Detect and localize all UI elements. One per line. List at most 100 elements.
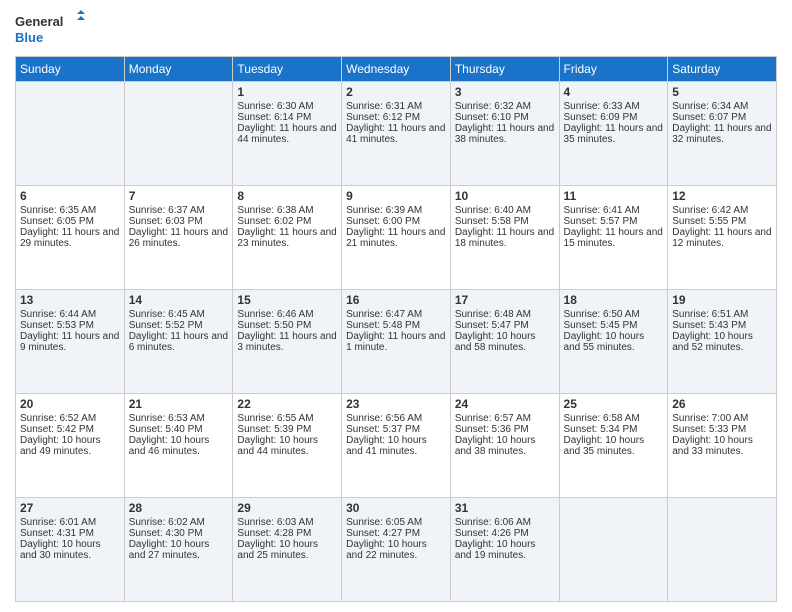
sunrise-text: Sunrise: 6:57 AM	[455, 413, 555, 424]
calendar-cell: 10Sunrise: 6:40 AMSunset: 5:58 PMDayligh…	[450, 186, 559, 290]
sunrise-text: Sunrise: 6:32 AM	[455, 101, 555, 112]
calendar-cell: 6Sunrise: 6:35 AMSunset: 6:05 PMDaylight…	[16, 186, 125, 290]
calendar-cell: 30Sunrise: 6:05 AMSunset: 4:27 PMDayligh…	[342, 498, 451, 602]
daylight-text: Daylight: 11 hours and 9 minutes.	[20, 331, 120, 353]
sunset-text: Sunset: 6:03 PM	[129, 216, 229, 227]
sunrise-text: Sunrise: 6:38 AM	[237, 205, 337, 216]
sunset-text: Sunset: 5:47 PM	[455, 320, 555, 331]
sunrise-text: Sunrise: 6:47 AM	[346, 309, 446, 320]
daylight-text: Daylight: 10 hours and 46 minutes.	[129, 435, 229, 457]
sunset-text: Sunset: 6:02 PM	[237, 216, 337, 227]
svg-text:General: General	[15, 14, 63, 29]
sunset-text: Sunset: 5:39 PM	[237, 424, 337, 435]
day-number: 2	[346, 85, 446, 99]
calendar-cell: 1Sunrise: 6:30 AMSunset: 6:14 PMDaylight…	[233, 82, 342, 186]
daylight-text: Daylight: 10 hours and 49 minutes.	[20, 435, 120, 457]
sunrise-text: Sunrise: 6:01 AM	[20, 517, 120, 528]
day-number: 6	[20, 189, 120, 203]
calendar-cell	[559, 498, 668, 602]
svg-text:Blue: Blue	[15, 30, 43, 45]
calendar-cell: 16Sunrise: 6:47 AMSunset: 5:48 PMDayligh…	[342, 290, 451, 394]
sunrise-text: Sunrise: 6:41 AM	[564, 205, 664, 216]
logo-svg: General Blue	[15, 10, 85, 48]
sunrise-text: Sunrise: 6:06 AM	[455, 517, 555, 528]
calendar-table: SundayMondayTuesdayWednesdayThursdayFrid…	[15, 56, 777, 602]
day-number: 18	[564, 293, 664, 307]
weekday-header: Saturday	[668, 57, 777, 82]
day-number: 17	[455, 293, 555, 307]
day-number: 23	[346, 397, 446, 411]
calendar-cell: 11Sunrise: 6:41 AMSunset: 5:57 PMDayligh…	[559, 186, 668, 290]
sunset-text: Sunset: 4:31 PM	[20, 528, 120, 539]
calendar-cell: 20 Sunrise: 6:52 AMSunset: 5:42 PMDayligh…	[16, 394, 125, 498]
sunset-text: Sunset: 5:55 PM	[672, 216, 772, 227]
weekday-header: Thursday	[450, 57, 559, 82]
sunrise-text: Sunrise: 6:02 AM	[129, 517, 229, 528]
day-number: 10	[455, 189, 555, 203]
day-number: 30	[346, 501, 446, 515]
daylight-text: Daylight: 11 hours and 23 minutes.	[237, 227, 337, 249]
calendar-cell	[16, 82, 125, 186]
day-number: 31	[455, 501, 555, 515]
calendar-cell: 8 Sunrise: 6:38 AMSunset: 6:02 PMDaylight…	[233, 186, 342, 290]
daylight-text: Daylight: 11 hours and 38 minutes.	[455, 123, 555, 145]
sunset-text: Sunset: 5:42 PM	[20, 424, 120, 435]
sunset-text: Sunset: 5:53 PM	[20, 320, 120, 331]
calendar-cell: 18Sunrise: 6:50 AMSunset: 5:45 PMDayligh…	[559, 290, 668, 394]
calendar-week-row: 13Sunrise: 6:44 AMSunset: 5:53 PMDayligh…	[16, 290, 777, 394]
weekday-header: Sunday	[16, 57, 125, 82]
day-number: 11	[564, 189, 664, 203]
sunset-text: Sunset: 6:12 PM	[346, 112, 446, 123]
calendar-cell: 17Sunrise: 6:48 AMSunset: 5:47 PMDayligh…	[450, 290, 559, 394]
calendar-cell: 21Sunrise: 6:53 AMSunset: 5:40 PMDayligh…	[124, 394, 233, 498]
daylight-text: Daylight: 11 hours and 44 minutes.	[237, 123, 337, 145]
calendar-cell: 25Sunrise: 6:58 AMSunset: 5:34 PMDayligh…	[559, 394, 668, 498]
sunrise-text: Sunrise: 6:31 AM	[346, 101, 446, 112]
calendar-cell	[668, 498, 777, 602]
calendar-cell: 24Sunrise: 6:57 AMSunset: 5:36 PMDayligh…	[450, 394, 559, 498]
sunrise-text: Sunrise: 6:55 AM	[237, 413, 337, 424]
sunset-text: Sunset: 5:50 PM	[237, 320, 337, 331]
day-number: 8	[237, 189, 337, 203]
day-number: 3	[455, 85, 555, 99]
day-number: 20	[20, 397, 120, 411]
calendar-cell: 14Sunrise: 6:45 AMSunset: 5:52 PMDayligh…	[124, 290, 233, 394]
day-number: 4	[564, 85, 664, 99]
sunrise-text: Sunrise: 6:53 AM	[129, 413, 229, 424]
calendar-cell: 2Sunrise: 6:31 AMSunset: 6:12 PMDaylight…	[342, 82, 451, 186]
sunrise-text: Sunrise: 6:51 AM	[672, 309, 772, 320]
day-number: 24	[455, 397, 555, 411]
sunrise-text: Sunrise: 6:45 AM	[129, 309, 229, 320]
calendar-cell: 31Sunrise: 6:06 AMSunset: 4:26 PMDayligh…	[450, 498, 559, 602]
daylight-text: Daylight: 11 hours and 12 minutes.	[672, 227, 772, 249]
daylight-text: Daylight: 10 hours and 25 minutes.	[237, 539, 337, 561]
daylight-text: Daylight: 11 hours and 32 minutes.	[672, 123, 772, 145]
daylight-text: Daylight: 11 hours and 29 minutes.	[20, 227, 120, 249]
sunset-text: Sunset: 6:00 PM	[346, 216, 446, 227]
calendar-cell: 28Sunrise: 6:02 AMSunset: 4:30 PMDayligh…	[124, 498, 233, 602]
calendar-week-row: 6Sunrise: 6:35 AMSunset: 6:05 PMDaylight…	[16, 186, 777, 290]
daylight-text: Daylight: 10 hours and 44 minutes.	[237, 435, 337, 457]
weekday-header: Tuesday	[233, 57, 342, 82]
calendar-week-row: 1Sunrise: 6:30 AMSunset: 6:14 PMDaylight…	[16, 82, 777, 186]
sunrise-text: Sunrise: 6:42 AM	[672, 205, 772, 216]
calendar-header-row: SundayMondayTuesdayWednesdayThursdayFrid…	[16, 57, 777, 82]
calendar-cell: 3Sunrise: 6:32 AMSunset: 6:10 PMDaylight…	[450, 82, 559, 186]
sunrise-text: Sunrise: 6:05 AM	[346, 517, 446, 528]
sunset-text: Sunset: 6:14 PM	[237, 112, 337, 123]
sunrise-text: Sunrise: 6:58 AM	[564, 413, 664, 424]
day-number: 19	[672, 293, 772, 307]
daylight-text: Daylight: 10 hours and 30 minutes.	[20, 539, 120, 561]
calendar-cell: 27Sunrise: 6:01 AMSunset: 4:31 PMDayligh…	[16, 498, 125, 602]
daylight-text: Daylight: 10 hours and 22 minutes.	[346, 539, 446, 561]
calendar-cell: 9Sunrise: 6:39 AMSunset: 6:00 PMDaylight…	[342, 186, 451, 290]
sunrise-text: Sunrise: 6:52 AM	[20, 413, 120, 424]
sunset-text: Sunset: 5:33 PM	[672, 424, 772, 435]
calendar-cell: 23Sunrise: 6:56 AMSunset: 5:37 PMDayligh…	[342, 394, 451, 498]
day-number: 7	[129, 189, 229, 203]
daylight-text: Daylight: 10 hours and 41 minutes.	[346, 435, 446, 457]
sunset-text: Sunset: 5:40 PM	[129, 424, 229, 435]
logo: General Blue	[15, 10, 85, 48]
sunset-text: Sunset: 6:05 PM	[20, 216, 120, 227]
daylight-text: Daylight: 10 hours and 27 minutes.	[129, 539, 229, 561]
